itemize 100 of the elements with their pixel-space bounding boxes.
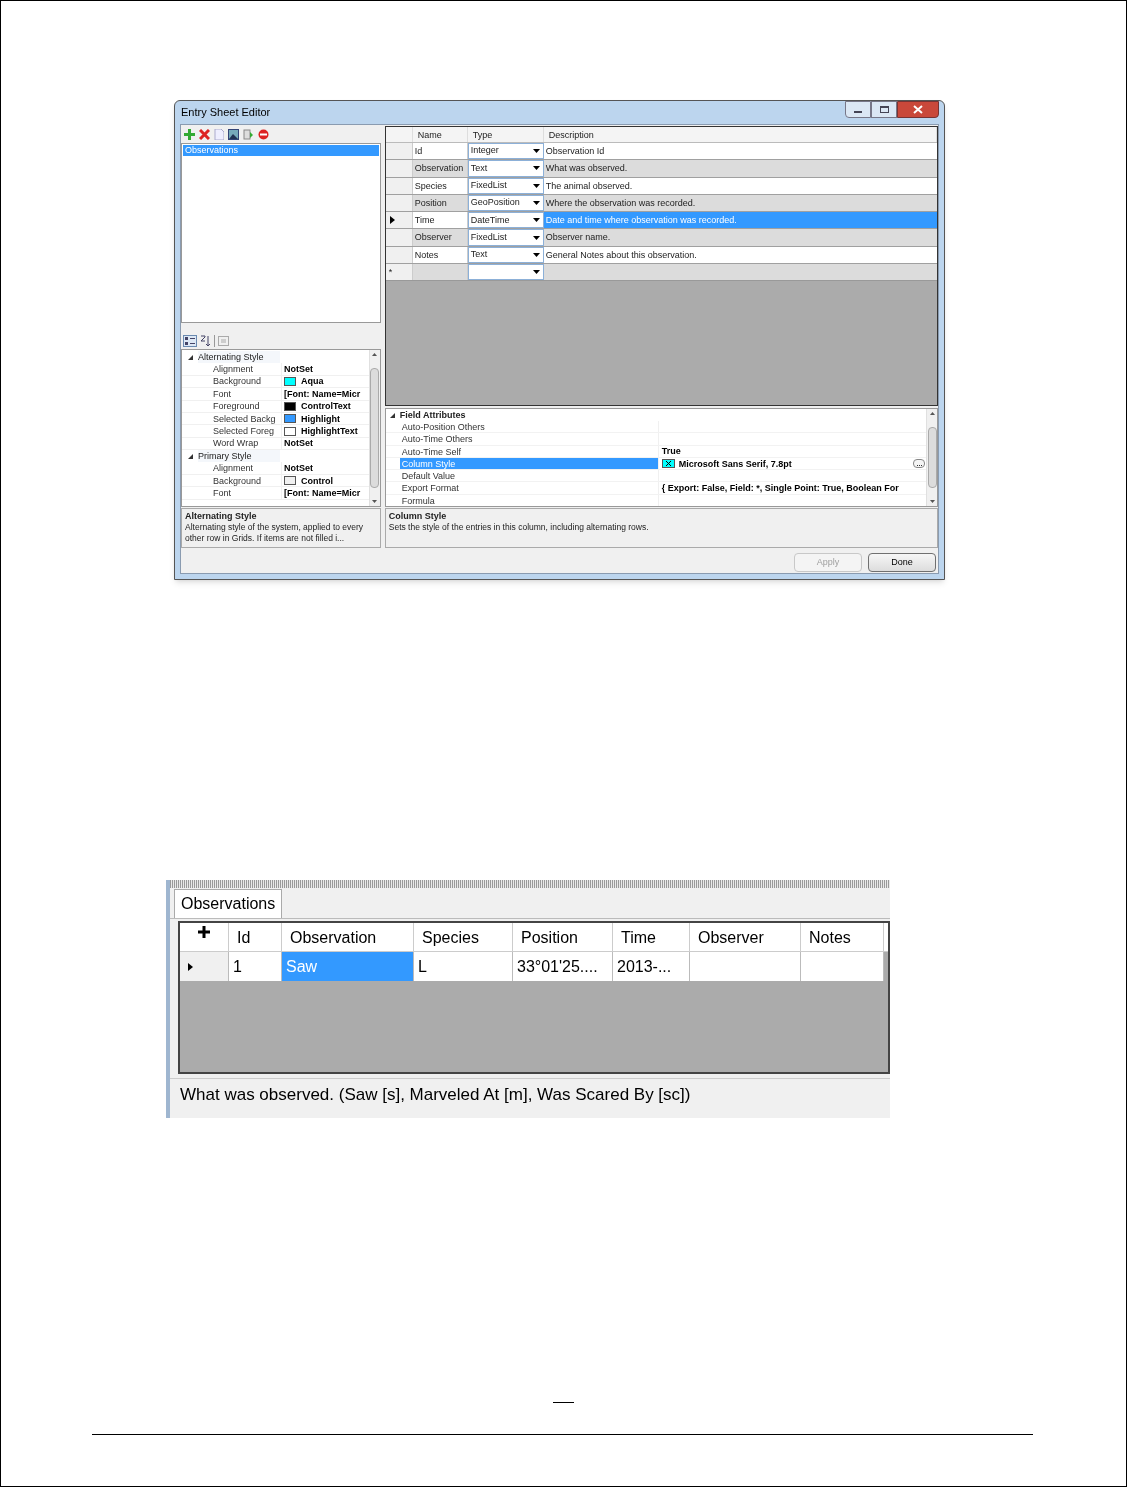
maximize-icon (879, 106, 889, 113)
property-name[interactable]: Auto-Time Self (399, 445, 658, 457)
property-value[interactable]: True (661, 445, 681, 457)
table-cell: Id (412, 143, 468, 160)
scroll-down-icon[interactable] (928, 498, 936, 506)
expander-icon[interactable] (390, 412, 396, 418)
dialog-button[interactable]: Done (868, 553, 936, 572)
dropdown-caret-icon[interactable] (532, 149, 540, 154)
current-row-icon (389, 216, 395, 225)
column-header[interactable]: Id (229, 923, 282, 951)
column-header[interactable]: Observation (282, 923, 414, 951)
property-value[interactable]: [Font: Name=Micr (284, 487, 361, 499)
column-header[interactable]: Position (513, 923, 613, 951)
delete-icon[interactable] (199, 128, 210, 140)
table-cell: L (414, 952, 513, 981)
table-cell: 1 (229, 952, 282, 981)
scrollbar[interactable] (368, 350, 380, 506)
dropdown-caret-icon[interactable] (532, 218, 540, 223)
minimize-icon (854, 111, 862, 113)
property-name[interactable]: Auto-Position Others (399, 421, 658, 433)
category-label: Field Attributes (399, 409, 466, 421)
image-icon[interactable] (228, 128, 239, 140)
property-value[interactable]: NotSet (284, 437, 313, 450)
style-preview-icon (661, 459, 675, 469)
description-title: Alternating Style (185, 511, 258, 522)
type-dropdown[interactable]: DateTime (467, 212, 544, 229)
property-name[interactable]: Default Value (399, 470, 658, 482)
scroll-thumb[interactable] (370, 368, 380, 488)
property-value[interactable]: Highlight (301, 412, 340, 425)
close-button[interactable] (897, 101, 939, 118)
status-bar: What was observed. (Saw [s], Marveled At [m], Was Scared By [sc]) (170, 1078, 890, 1110)
table-cell: 2013-... (613, 952, 690, 981)
property-value[interactable]: NotSet (284, 462, 313, 475)
dropdown-caret-icon[interactable] (532, 235, 540, 240)
property-name[interactable]: Font (198, 487, 281, 499)
property-value[interactable]: ControlText (301, 400, 351, 413)
ellipsis-button[interactable] (913, 459, 925, 469)
property-name[interactable]: Selected Backg (198, 412, 281, 425)
property-value[interactable]: Control (301, 474, 333, 487)
description-title: Column Style (388, 511, 448, 522)
property-name[interactable]: Formula (399, 494, 658, 506)
categorized-icon[interactable] (183, 334, 197, 347)
property-name[interactable]: Foreground (198, 400, 281, 413)
scrollbar[interactable] (926, 409, 937, 506)
property-value[interactable]: { Export: False, Field: *, Single Point: True, Boolean For (661, 482, 899, 494)
property-name[interactable]: Background (198, 474, 281, 487)
property-name[interactable]: Alignment (198, 363, 281, 376)
column-header[interactable]: Observer (690, 923, 801, 951)
property-name[interactable]: Export Format (399, 482, 658, 494)
expander-icon[interactable] (187, 354, 193, 360)
sheet-tab[interactable]: Observations (174, 889, 283, 918)
property-name[interactable]: Word Wrap (198, 437, 281, 450)
property-name[interactable]: Background (198, 375, 281, 388)
column-header[interactable]: Species (414, 923, 513, 951)
stop-icon[interactable] (258, 128, 269, 140)
new-row-marker[interactable]: * (385, 264, 413, 281)
row-header[interactable] (385, 229, 413, 246)
expander-icon[interactable] (187, 453, 193, 459)
add-row-icon[interactable] (198, 926, 210, 938)
property-name[interactable]: Auto-Time Others (399, 433, 658, 445)
sort-icon[interactable] (200, 334, 211, 347)
table-cell: 33°01'25.... (513, 952, 613, 981)
minimize-button[interactable] (845, 101, 871, 118)
property-name[interactable]: Font (198, 387, 281, 400)
dropdown-caret-icon[interactable] (532, 201, 540, 206)
table-cell: What was observed. (543, 160, 937, 177)
maximize-button[interactable] (871, 101, 897, 118)
dropdown-caret-icon[interactable] (532, 183, 540, 188)
property-value[interactable]: Aqua (301, 375, 324, 388)
row-header[interactable] (385, 143, 413, 160)
table-cell: Observer name. (543, 229, 937, 246)
column-header[interactable]: Description (543, 127, 937, 142)
property-value[interactable]: HighlightText (301, 425, 358, 438)
scroll-thumb[interactable] (927, 427, 937, 488)
table-cell: Observer (412, 229, 468, 246)
type-dropdown[interactable]: Text (467, 160, 544, 177)
column-header[interactable]: Notes (801, 923, 884, 951)
type-dropdown[interactable]: FixedList (467, 229, 544, 246)
table-cell: Observation Id (543, 143, 937, 160)
row-header[interactable] (385, 160, 413, 177)
scroll-up-icon[interactable] (371, 350, 379, 358)
scroll-down-icon[interactable] (371, 498, 379, 506)
property-value[interactable]: Microsoft Sans Serif, 7.8pt (678, 457, 792, 470)
dropdown-caret-icon[interactable] (532, 166, 540, 171)
add-icon[interactable] (184, 128, 195, 140)
dropdown-caret-icon[interactable] (532, 270, 540, 275)
property-name[interactable]: Alignment (198, 462, 281, 475)
row-header[interactable] (385, 212, 413, 229)
description-text: Alternating style of the system, applied to every other row in Grids. If items are not filled i... (185, 522, 365, 544)
type-dropdown[interactable]: Integer (467, 143, 544, 160)
property-name[interactable]: Selected Foreg (198, 425, 281, 438)
table-cell: Observation (412, 160, 468, 177)
scroll-up-icon[interactable] (928, 409, 936, 417)
property-value[interactable]: NotSet (284, 363, 313, 376)
current-row-icon (188, 962, 193, 971)
column-header[interactable]: Name (412, 127, 468, 142)
dropdown-caret-icon[interactable] (532, 252, 540, 257)
column-header[interactable]: Type (467, 127, 544, 142)
property-value[interactable]: [Font: Name=Micr (284, 387, 361, 400)
column-header[interactable]: Time (613, 923, 690, 951)
